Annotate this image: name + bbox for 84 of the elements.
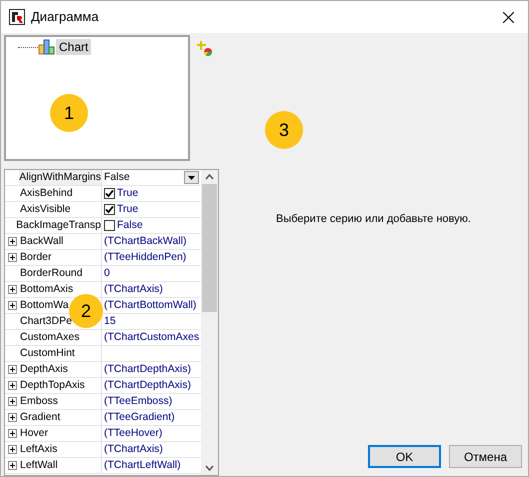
dialog-button[interactable]: Отмена: [449, 445, 522, 468]
property-value: (TChartBackWall): [104, 234, 186, 249]
property-name: DepthTopAxis: [20, 378, 85, 393]
property-name: BorderRound: [20, 266, 82, 281]
property-value: (TTeeHover): [104, 426, 162, 441]
number-marker: 1: [50, 94, 88, 132]
property-name: BottomWa: [20, 298, 69, 313]
property-name: LeftAxis: [20, 442, 58, 457]
property-name: Gradient: [20, 410, 60, 425]
property-value: (TChartLeftWall): [104, 458, 181, 473]
number-marker: 3: [265, 111, 303, 149]
property-name: DepthAxis: [20, 362, 68, 377]
property-name: AxisVisible: [20, 202, 71, 217]
property-value: (TTeeGradient): [104, 410, 175, 425]
property-row[interactable]: BackWall (TChartBackWall): [5, 234, 201, 250]
close-icon[interactable]: [503, 12, 514, 22]
expand-icon[interactable]: [8, 381, 17, 390]
expand-icon[interactable]: [8, 301, 17, 310]
scroll-down-icon[interactable]: [205, 465, 214, 471]
property-value: False: [117, 218, 143, 233]
add-series-icon[interactable]: [196, 41, 212, 57]
expand-icon[interactable]: [8, 461, 17, 470]
property-value: True: [117, 202, 138, 217]
property-name: AxisBehind: [20, 186, 73, 201]
property-name: BackImageTransp: [16, 218, 101, 233]
property-name: BackWall: [20, 234, 64, 249]
property-value: (TChartDepthAxis): [104, 378, 191, 393]
property-row[interactable]: Emboss (TTeeEmboss): [5, 394, 201, 410]
property-row[interactable]: LeftAxis (TChartAxis): [5, 442, 201, 458]
property-row[interactable]: DepthTopAxis (TChartDepthAxis): [5, 378, 201, 394]
property-row[interactable]: AxisBehind True: [5, 186, 201, 202]
property-value: (TChartCustomAxes: [104, 330, 200, 345]
property-name: CustomHint: [20, 346, 75, 361]
expand-icon[interactable]: [8, 429, 17, 438]
property-row[interactable]: AxisVisible True: [5, 202, 201, 218]
tree-item[interactable]: Chart: [56, 39, 92, 55]
property-value: (TChartAxis): [104, 442, 163, 457]
property-row[interactable]: AlignWithMargins False: [5, 170, 201, 186]
property-value: (TChartAxis): [104, 282, 163, 297]
property-row[interactable]: Hover (TTeeHover): [5, 426, 201, 442]
scroll-up-icon[interactable]: [205, 174, 214, 180]
dropdown-button[interactable]: [184, 171, 199, 184]
caret-icon: [188, 176, 195, 180]
property-value: (TTeeHiddenPen): [104, 250, 186, 265]
expand-icon[interactable]: [8, 397, 17, 406]
property-value: 0: [104, 266, 110, 281]
scroll-thumb[interactable]: [202, 184, 217, 312]
expand-icon[interactable]: [8, 365, 17, 374]
property-value: False: [104, 170, 130, 185]
scrollbar[interactable]: [201, 170, 218, 475]
property-name: Border: [20, 250, 52, 265]
property-name: LeftWall: [20, 458, 58, 473]
property-row[interactable]: CustomHint: [5, 346, 201, 362]
expand-icon[interactable]: [8, 237, 17, 246]
empty-message: Выберите серию или добавьте новую.: [275, 212, 472, 227]
property-value: 15: [104, 314, 116, 329]
expand-icon[interactable]: [8, 413, 17, 422]
property-row[interactable]: Gradient (TTeeGradient): [5, 410, 201, 426]
expand-icon[interactable]: [8, 253, 17, 262]
property-row[interactable]: BackImageTransp False: [5, 218, 201, 234]
property-row[interactable]: BorderRound 0: [5, 266, 201, 282]
property-row[interactable]: Border (TTeeHiddenPen): [5, 250, 201, 266]
property-name: BottomAxis: [20, 282, 74, 297]
app-logo-icon: [9, 9, 25, 25]
property-value: (TChartBottomWall): [104, 298, 196, 313]
property-value: (TChartDepthAxis): [104, 362, 191, 377]
property-row[interactable]: LeftWall (TChartLeftWall): [5, 458, 201, 474]
property-name: Hover: [20, 426, 48, 441]
property-value: True: [117, 186, 138, 201]
window-title: Диаграмма: [31, 8, 99, 26]
dialog-button[interactable]: OK: [368, 445, 441, 468]
checkbox[interactable]: [104, 204, 115, 215]
property-value: (TTeeEmboss): [104, 394, 172, 409]
property-name: AlignWithMargins: [19, 170, 101, 185]
property-row[interactable]: DepthAxis (TChartDepthAxis): [5, 362, 201, 378]
expand-icon[interactable]: [8, 445, 17, 454]
property-row[interactable]: CustomAxes (TChartCustomAxes: [5, 330, 201, 346]
expand-icon[interactable]: [8, 285, 17, 294]
property-name: Chart3DPe: [20, 314, 72, 329]
bar-chart-icon: [38, 39, 56, 55]
property-name: CustomAxes: [20, 330, 80, 345]
property-name: Emboss: [20, 394, 58, 409]
checkbox[interactable]: [104, 188, 115, 199]
checkbox[interactable]: [104, 220, 115, 231]
